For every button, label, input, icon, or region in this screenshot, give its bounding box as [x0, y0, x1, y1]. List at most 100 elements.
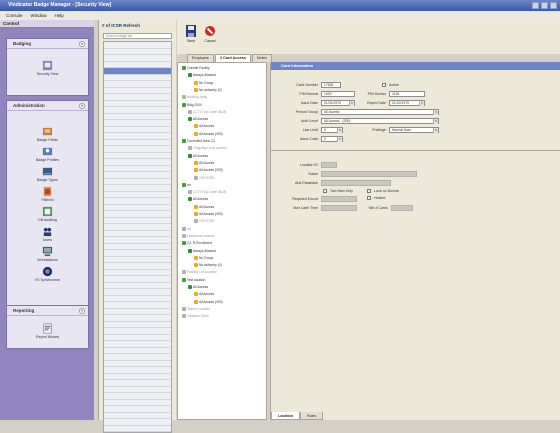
tab-card-access[interactable]: 2 Card Access: [214, 54, 251, 62]
menu-window[interactable]: Window: [31, 11, 47, 20]
tree-node[interactable]: All Access: [188, 285, 208, 290]
nav-vs-synchronize[interactable]: VS Synchronize: [7, 265, 88, 285]
nav-db-auditing[interactable]: DB Auditing: [7, 205, 88, 225]
tree-node-label: Tested Location: [187, 306, 211, 311]
section-header-administration[interactable]: Administration «: [7, 101, 88, 111]
badge-list-panel: # of ICSR Refresh Search badge list: [98, 20, 176, 433]
tree-node[interactable]: All Access: [188, 117, 208, 122]
badge-list-row[interactable]: [104, 425, 171, 432]
badge-search-input[interactable]: Search badge list: [103, 33, 172, 39]
person-group-label: Person Group: [295, 110, 318, 114]
anti-passback-field: [321, 180, 391, 186]
tree-node[interactable]: No Group: [194, 255, 214, 261]
tree-node-label: Always Allowed: [193, 73, 216, 78]
tree-node[interactable]: Outside Facility: [182, 66, 210, 71]
card-number-field[interactable]: 17626: [321, 82, 341, 88]
issue-date-field[interactable]: 01/01/1970 ▾: [321, 100, 355, 106]
tab-location[interactable]: Location: [271, 412, 300, 420]
tree-node[interactable]: Bldg 2000: [182, 102, 202, 108]
tab-employee[interactable]: Employee: [187, 54, 214, 62]
issue-code-field[interactable]: 0 ▾: [321, 136, 343, 142]
tab-notes[interactable]: Notes: [251, 54, 272, 62]
access-level-icon: [194, 80, 198, 85]
two-man-only-checkbox[interactable]: [323, 189, 327, 193]
tree-node[interactable]: All Access: [188, 153, 208, 159]
tree-node[interactable]: All Access: [194, 124, 214, 129]
menu-console[interactable]: Console: [6, 11, 23, 20]
tree-node[interactable]: Parking Lot Location: [182, 270, 217, 275]
tree-node[interactable]: No authority (0): [194, 263, 222, 268]
lock-on-duress-checkbox[interactable]: [367, 189, 371, 193]
menu-help[interactable]: Help: [55, 11, 64, 20]
person-group-select[interactable]: All Access ▾: [321, 109, 439, 115]
tree-node-label: No Group: [199, 255, 214, 260]
tree-node[interactable]: VISITORS: [194, 219, 214, 224]
nav-badge-types[interactable]: Badge Types: [7, 165, 88, 185]
tree-node[interactable]: Int: [182, 226, 191, 232]
tree-node[interactable]: All Access: [194, 204, 214, 210]
maximize-button[interactable]: [541, 2, 548, 9]
badge-list-title[interactable]: # of ICSR Refresh: [99, 20, 176, 29]
tree-node[interactable]: Controlled Area C3: [182, 139, 215, 144]
dropdown-arrow-icon[interactable]: ▾: [349, 101, 354, 106]
minimize-button[interactable]: [532, 2, 539, 9]
dropdown-arrow-icon[interactable]: ▾: [433, 119, 438, 124]
collapse-chevron-icon[interactable]: «: [79, 103, 85, 109]
tree-node[interactable]: Building (bus): [182, 95, 207, 100]
tree-node[interactable]: All Access: [188, 197, 208, 202]
tree-node-label: No authority (0): [199, 263, 222, 268]
section-header-reporting[interactable]: Reporting «: [7, 306, 88, 316]
tree-node[interactable]: Always Allowed: [188, 73, 216, 78]
tree-node[interactable]: All Access: [194, 292, 214, 297]
location-name-field: [321, 171, 417, 177]
use-limit-field[interactable]: 0 ▾: [321, 127, 343, 133]
min-cards-label: Min # Cards: [368, 206, 388, 210]
tree-node[interactable]: Always Allowed: [188, 248, 216, 254]
active-checkbox[interactable]: [382, 83, 386, 87]
tree-node[interactable]: Tested Location: [182, 306, 211, 312]
auth-level-select[interactable]: All Access - (200) ▾: [321, 118, 439, 124]
tab-roles[interactable]: Roles: [299, 412, 324, 420]
nav-security-view[interactable]: Security View: [7, 59, 88, 79]
nav-badge-profiles[interactable]: Badge Profiles: [7, 145, 88, 165]
expire-date-field[interactable]: 01/22/1970 ▾: [389, 100, 425, 106]
nav-filtered[interactable]: Filtered: [7, 185, 88, 205]
privilege-select[interactable]: Normal User ▾: [389, 127, 439, 133]
dropdown-arrow-icon[interactable]: ▾: [433, 128, 438, 133]
section-header-badging[interactable]: Badging «: [7, 39, 88, 49]
tree-node[interactable]: C/L R Enrollment: [182, 241, 212, 246]
tree-node[interactable]: Outgoing Level (active): [188, 146, 227, 151]
tree-node[interactable]: Vivarium Open: [182, 314, 209, 319]
nav-workstations[interactable]: Workstations: [7, 245, 88, 265]
access-level-icon: [194, 124, 198, 129]
nav-users[interactable]: Users: [7, 225, 88, 245]
tree-node[interactable]: CCTV Top Level (Built): [188, 190, 226, 195]
tree-node[interactable]: All Access: [194, 160, 214, 166]
nav-report-wizard[interactable]: Report Wizard: [7, 322, 88, 342]
dropdown-arrow-icon[interactable]: ▾: [337, 137, 342, 142]
tree-node[interactable]: CCTV Top Level (Built): [188, 109, 226, 115]
tree-node[interactable]: No authority (0): [194, 87, 222, 93]
tree-node[interactable]: All Access (200): [194, 299, 223, 305]
tree-node[interactable]: Locations/Location: [182, 233, 215, 239]
pin-normal-field[interactable]: 1000: [321, 91, 355, 97]
tree-node[interactable]: All Access (200): [194, 131, 223, 137]
dropdown-arrow-icon[interactable]: ▾: [337, 128, 342, 133]
close-window-button[interactable]: [550, 2, 557, 9]
tree-node[interactable]: VISITORS: [194, 175, 214, 181]
save-button[interactable]: Save: [182, 24, 200, 43]
tree-node[interactable]: Test location: [182, 277, 205, 283]
collapse-chevron-icon[interactable]: «: [79, 41, 85, 47]
dropdown-arrow-icon[interactable]: ▾: [433, 110, 438, 115]
cancel-button[interactable]: Cancel: [201, 24, 219, 43]
tree-node[interactable]: All Access (200): [194, 212, 223, 217]
tree-node[interactable]: Int: [182, 182, 191, 188]
tree-node[interactable]: All Access (200): [194, 168, 223, 173]
nav-badge-fields[interactable]: Badge Fields: [7, 125, 88, 145]
dropdown-arrow-icon[interactable]: ▾: [419, 101, 424, 106]
pin-duress-field[interactable]: 1126: [389, 91, 425, 97]
hosted-checkbox[interactable]: [367, 196, 371, 200]
tree-node[interactable]: No Group: [194, 80, 213, 86]
collapse-chevron-icon[interactable]: «: [79, 308, 85, 314]
detail-tabs: Employee 2 Card Access Notes: [177, 54, 560, 62]
